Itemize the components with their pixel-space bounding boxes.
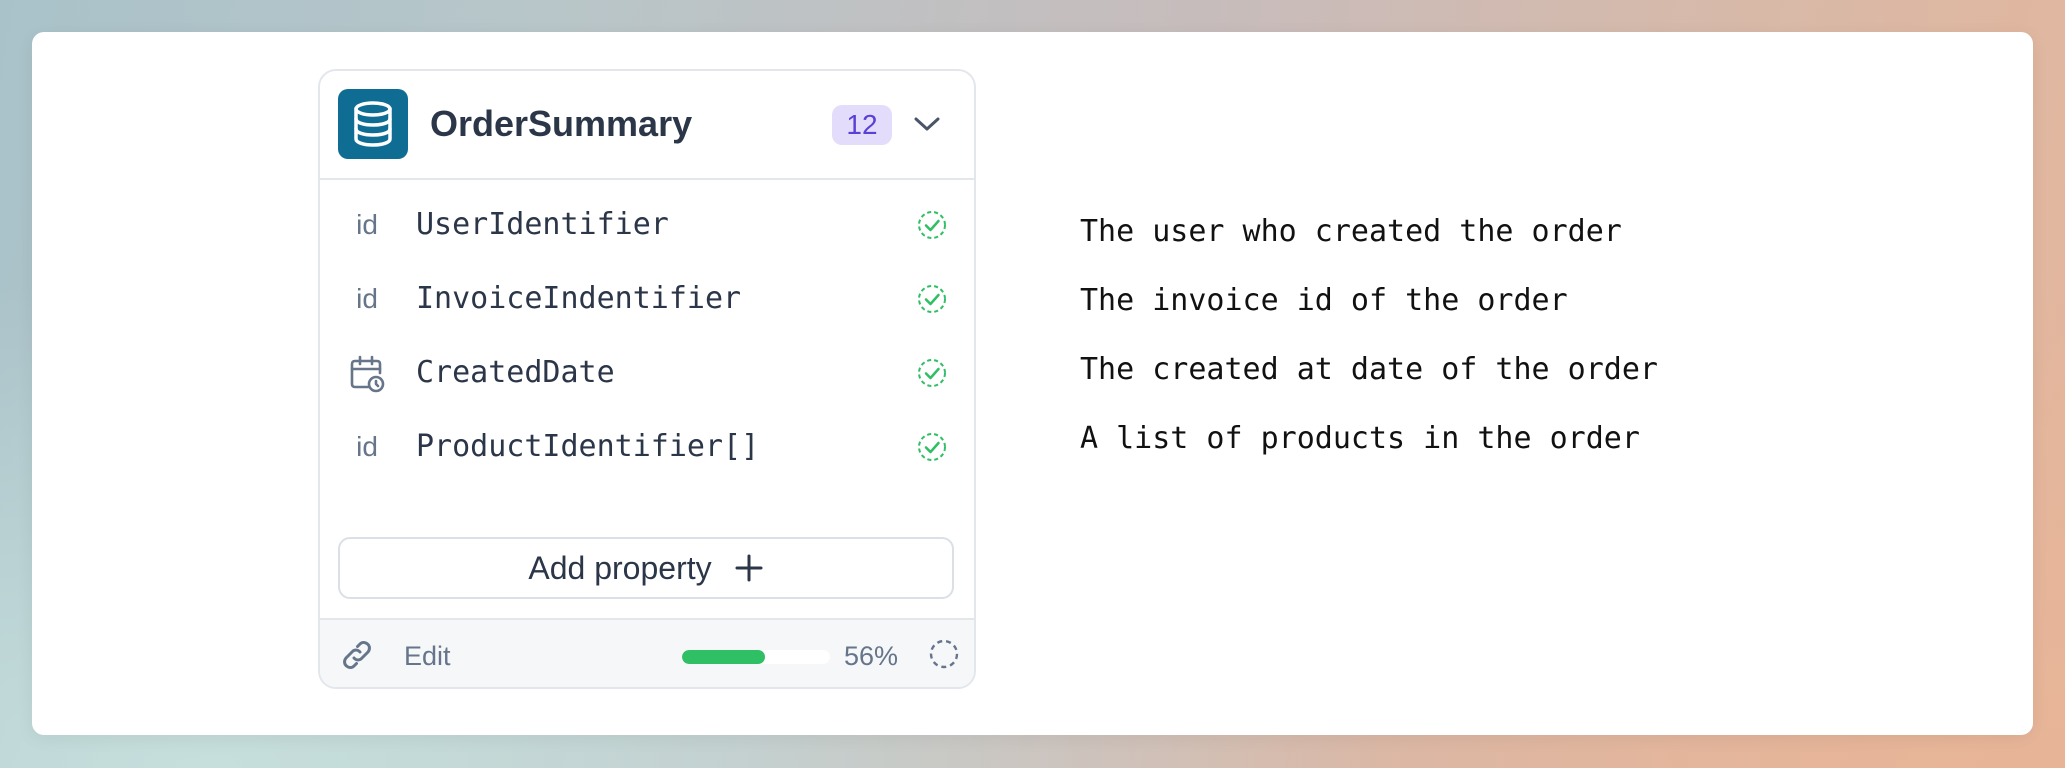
property-name[interactable]: ProductIdentifier[]: [416, 419, 759, 475]
verified-check-icon: [916, 431, 948, 463]
property-name[interactable]: CreatedDate: [416, 345, 615, 401]
property-name[interactable]: UserIdentifier: [416, 197, 669, 253]
property-row[interactable]: id ProductIdentifier[]: [320, 419, 974, 475]
entity-title: OrderSummary: [430, 103, 693, 144]
property-row[interactable]: CreatedDate: [320, 345, 974, 401]
entity-card: OrderSummary 12 id UserIdentifier id Inv…: [318, 69, 976, 689]
plus-icon: [734, 553, 764, 583]
edit-link[interactable]: Edit: [404, 638, 451, 674]
verified-check-icon: [916, 209, 948, 241]
database-icon: [338, 89, 408, 159]
property-row[interactable]: id UserIdentifier: [320, 197, 974, 253]
property-description: A list of products in the order: [1080, 421, 1640, 456]
property-count-badge: 12: [832, 105, 892, 145]
property-row[interactable]: id InvoiceIndentifier: [320, 271, 974, 327]
add-property-label: Add property: [528, 549, 712, 586]
link-icon[interactable]: [338, 636, 376, 674]
property-type-label: id: [356, 209, 378, 240]
property-description: The created at date of the order: [1080, 352, 1658, 387]
card-footer: Edit 56%: [320, 618, 974, 687]
card-header: OrderSummary 12: [320, 71, 974, 180]
progress-label: 56%: [844, 641, 899, 671]
progress-bar: [682, 650, 830, 664]
verified-check-icon: [916, 357, 948, 389]
pending-status-icon: [928, 638, 960, 670]
property-description: The invoice id of the order: [1080, 283, 1568, 318]
verified-check-icon: [916, 283, 948, 315]
property-description: The user who created the order: [1080, 214, 1622, 249]
calendar-clock-icon: [342, 345, 392, 401]
progress-bar-fill: [682, 650, 765, 664]
add-property-button[interactable]: Add property: [338, 537, 954, 599]
property-type-label: id: [356, 283, 378, 314]
content-panel: OrderSummary 12 id UserIdentifier id Inv…: [32, 32, 2033, 735]
chevron-down-icon[interactable]: [910, 107, 944, 141]
property-type-label: id: [356, 431, 378, 462]
property-name[interactable]: InvoiceIndentifier: [416, 271, 741, 327]
